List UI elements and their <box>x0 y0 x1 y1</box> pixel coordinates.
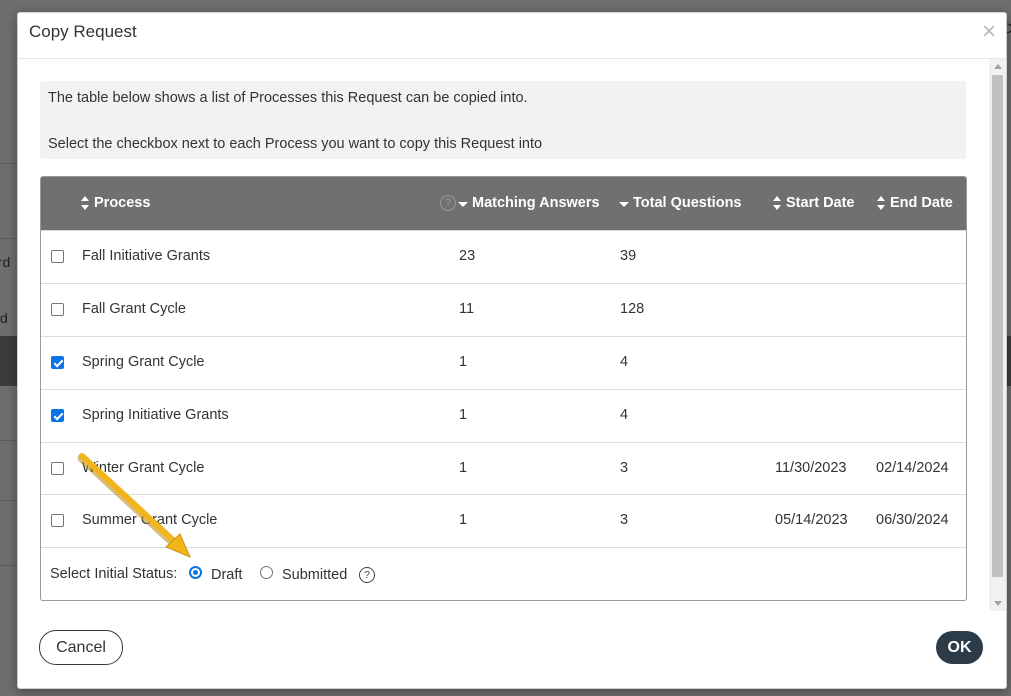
background-dark-band <box>0 336 17 386</box>
background-divider <box>0 238 17 239</box>
dialog-title: Copy Request <box>29 22 137 41</box>
help-icon[interactable]: ? <box>440 195 456 211</box>
process-name: Spring Grant Cycle <box>82 354 205 370</box>
matching-answers-value: 1 <box>459 512 468 528</box>
start-date-value: 11/30/2023 <box>775 460 847 476</box>
sort-desc-icon <box>458 202 468 207</box>
row-checkbox[interactable] <box>51 356 64 369</box>
process-name: Spring Initiative Grants <box>82 407 229 423</box>
table-row: Fall Initiative Grants 23 39 <box>41 230 966 283</box>
sort-icon <box>877 196 886 210</box>
ok-button[interactable]: OK <box>936 631 983 664</box>
sort-icon <box>773 196 782 210</box>
background-divider <box>0 565 17 566</box>
row-checkbox[interactable] <box>51 409 64 422</box>
end-date-value: 02/14/2024 <box>876 460 949 476</box>
draft-radio[interactable] <box>189 566 202 579</box>
scroll-down-icon[interactable] <box>994 601 1002 606</box>
table-row: Fall Grant Cycle 11 128 <box>41 283 966 336</box>
status-help-icon[interactable]: ? <box>359 567 375 583</box>
process-name: Winter Grant Cycle <box>82 460 205 476</box>
initial-status-row: Select Initial Status: Draft Submitted ? <box>41 547 966 600</box>
column-header-end-date[interactable]: End Date <box>877 195 953 211</box>
total-questions-value: 39 <box>620 248 637 264</box>
column-header-process[interactable]: Process <box>81 195 150 211</box>
table-row: Winter Grant Cycle 1 3 11/30/2023 02/14/… <box>41 442 966 495</box>
instructions-line-1: The table below shows a list of Processe… <box>48 90 528 106</box>
column-header-total-questions[interactable]: Total Questions <box>619 195 742 211</box>
row-checkbox[interactable] <box>51 514 64 527</box>
submitted-radio-label[interactable]: Submitted <box>282 567 347 583</box>
start-date-value: 05/14/2023 <box>775 512 848 528</box>
matching-answers-value: 1 <box>459 460 468 476</box>
total-questions-value: 4 <box>620 407 629 423</box>
row-checkbox[interactable] <box>51 250 64 263</box>
column-header-matching-answers[interactable]: ? Matching Answers <box>440 195 600 211</box>
process-name: Fall Grant Cycle <box>82 301 186 317</box>
dialog-scrollbar[interactable] <box>989 59 1006 611</box>
background-fragment-1: ard <box>0 254 11 270</box>
draft-radio-label[interactable]: Draft <box>211 567 242 583</box>
total-questions-value: 128 <box>620 301 645 317</box>
dialog-header: Copy Request × <box>18 13 1006 59</box>
submitted-radio[interactable] <box>260 566 273 579</box>
column-header-label: Matching Answers <box>472 195 600 211</box>
column-header-label: Total Questions <box>633 195 742 211</box>
total-questions-value: 3 <box>620 460 629 476</box>
instructions-line-2: Select the checkbox next to each Process… <box>48 136 543 152</box>
end-date-value: 06/30/2024 <box>876 512 949 528</box>
table-header: Process ? Matching Answers Total Questio… <box>41 177 966 230</box>
scroll-thumb[interactable] <box>992 75 1003 577</box>
total-questions-value: 3 <box>620 512 629 528</box>
column-header-label: Process <box>94 195 151 211</box>
initial-status-label: Select Initial Status: <box>50 566 178 582</box>
table-row: Summer Grant Cycle 1 3 05/14/2023 06/30/… <box>41 494 966 547</box>
background-divider <box>0 440 17 441</box>
matching-answers-value: 1 <box>459 354 468 370</box>
column-header-label: Start Date <box>786 195 855 211</box>
row-checkbox[interactable] <box>51 462 64 475</box>
scroll-up-icon[interactable] <box>994 64 1002 69</box>
matching-answers-value: 23 <box>459 248 476 264</box>
background-divider <box>0 163 17 164</box>
sort-icon <box>81 196 90 210</box>
process-name: Summer Grant Cycle <box>82 512 218 528</box>
cancel-button[interactable]: Cancel <box>39 630 123 665</box>
background-divider <box>0 500 17 501</box>
column-header-label: End Date <box>890 195 953 211</box>
background-fragment-2: d <box>0 310 8 326</box>
instructions-box: The table below shows a list of Processe… <box>40 81 966 159</box>
column-header-start-date[interactable]: Start Date <box>773 195 855 211</box>
sort-desc-icon <box>619 202 629 207</box>
matching-answers-value: 11 <box>459 301 475 317</box>
process-table: Process ? Matching Answers Total Questio… <box>40 176 967 601</box>
close-icon[interactable]: × <box>978 20 1000 44</box>
table-row: Spring Grant Cycle 1 4 <box>41 336 966 389</box>
row-checkbox[interactable] <box>51 303 64 316</box>
copy-request-dialog: Copy Request × The table below shows a l… <box>17 12 1007 689</box>
process-name: Fall Initiative Grants <box>82 248 211 264</box>
total-questions-value: 4 <box>620 354 629 370</box>
table-row: Spring Initiative Grants 1 4 <box>41 389 966 442</box>
matching-answers-value: 1 <box>459 407 468 423</box>
